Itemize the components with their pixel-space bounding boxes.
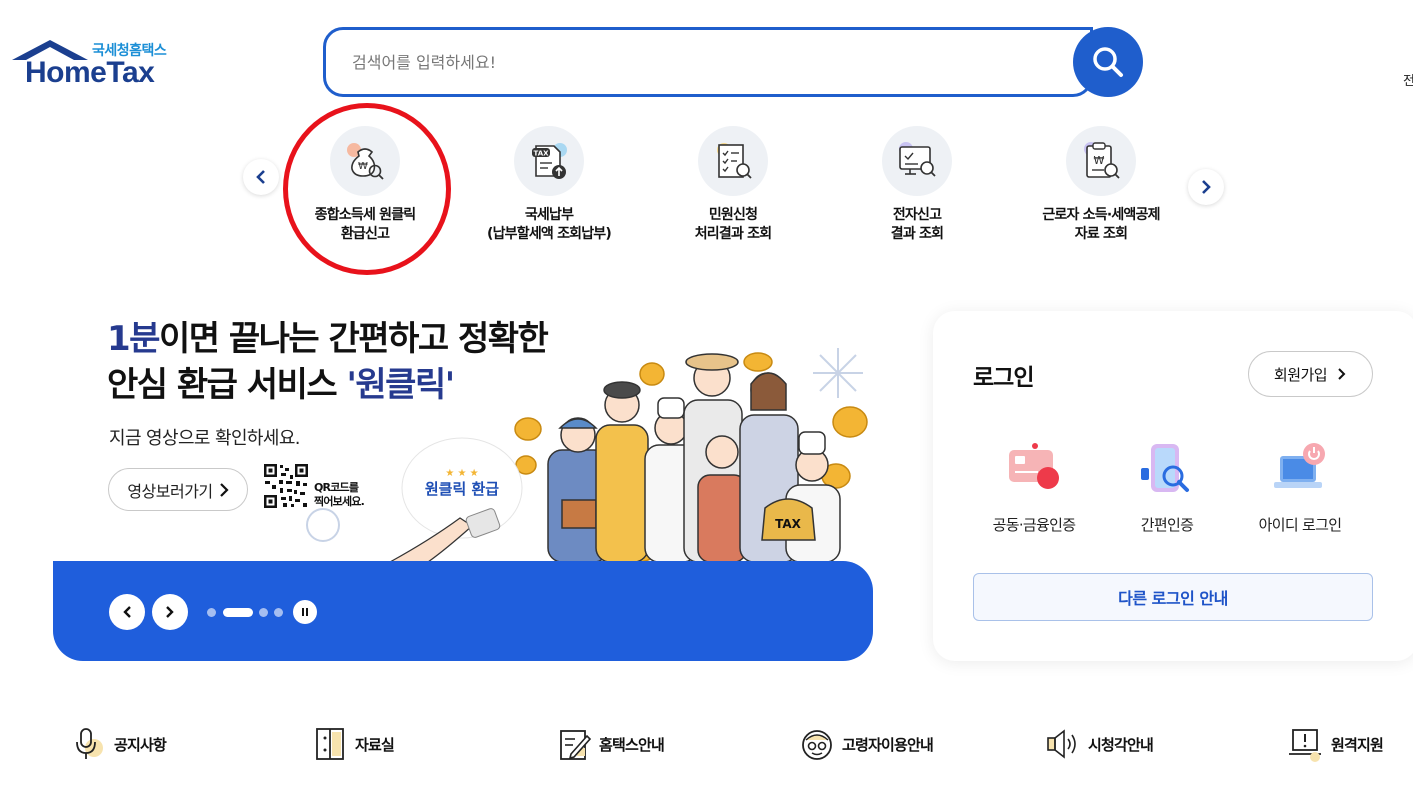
certificate-card-icon (1009, 443, 1059, 489)
bottom-link-audiovisual-guide[interactable]: 시청각안내 (1044, 726, 1154, 762)
quick-menu-label: 민원신청 처리결과 조회 (694, 207, 772, 242)
svg-text:₩: ₩ (358, 161, 368, 172)
chevron-right-icon (219, 482, 229, 497)
chevron-right-icon (1338, 368, 1346, 380)
chevron-left-icon (256, 170, 265, 184)
login-title: 로그인 (973, 365, 1034, 391)
quick-menu-label: 종합소득세 원클릭 환급신고 (314, 207, 417, 242)
bottom-link-senior-guide[interactable]: 고령자이용안내 (800, 726, 934, 762)
banner-slide-dot[interactable] (259, 608, 268, 617)
laptop-alert-icon (1289, 729, 1321, 762)
clipboard-won-search-icon: ₩ (1066, 126, 1136, 196)
tax-document-upload-icon: TAX (514, 126, 584, 196)
quick-menu-label: 국세납부 (납부할세액 조회납부) (487, 207, 612, 242)
quick-menu-item-efiling-result[interactable]: 전자신고 결과 조회 (825, 126, 1009, 244)
logo-title: HomeTax (25, 56, 155, 89)
senior-face-icon (802, 730, 832, 760)
hometax-main-page: 국세청홈택스 HomeTax 전 ₩ 종합소득세 원클릭 환급 (0, 0, 1413, 809)
search-icon (1093, 47, 1123, 77)
quick-menu-item-civil-result[interactable]: 민원신청 처리결과 조회 (641, 126, 825, 244)
quick-menu-next-button[interactable] (1188, 169, 1224, 205)
bottom-link-label: 홈택스안내 (599, 735, 665, 754)
money-bag-search-icon: ₩ (330, 126, 400, 196)
one-click-refund-bubble: 원클릭 환급 (425, 480, 499, 498)
chevron-right-icon (166, 606, 174, 618)
bottom-link-library[interactable]: 자료실 (313, 726, 395, 762)
banner-slide-dot[interactable] (207, 608, 216, 617)
phone-search-icon (1141, 444, 1189, 492)
quick-menu-item-worker-deduction[interactable]: ₩ 근로자 소득·세액공제 자료 조회 (1009, 126, 1193, 244)
bottom-link-label: 공지사항 (114, 735, 167, 754)
login-option-simple-auth[interactable]: 간편인증 (1102, 440, 1232, 535)
quick-menu-item-one-click-refund[interactable]: ₩ 종합소득세 원클릭 환급신고 (273, 126, 457, 244)
bottom-link-label: 시청각안내 (1088, 735, 1154, 754)
cabinet-icon (316, 728, 344, 760)
login-option-certificate[interactable]: 공동·금융인증 (969, 440, 1099, 535)
banner-slide-dot-active[interactable] (223, 608, 253, 617)
chevron-right-icon (1202, 180, 1211, 194)
laptop-power-icon (1274, 443, 1325, 488)
banner-prev-button[interactable] (109, 594, 145, 630)
svg-text:₩: ₩ (1094, 154, 1105, 167)
bottom-link-label: 원격지원 (1331, 735, 1384, 754)
search-input[interactable] (326, 30, 1026, 94)
microphone-icon (76, 728, 103, 759)
quick-menu-item-tax-payment[interactable]: TAX 국세납부 (납부할세액 조회납부) (457, 126, 641, 244)
banner-illustration-people: TAX 원클릭 환급 ★ ★ ★ (306, 348, 868, 562)
bottom-link-notice[interactable]: 공지사항 (72, 726, 167, 762)
quick-menu-label: 전자신고 결과 조회 (890, 207, 944, 242)
login-option-label: 공동·금융인증 (992, 516, 1076, 534)
bottom-link-hometax-guide[interactable]: 홈택스안내 (557, 726, 665, 762)
login-option-label: 간편인증 (1140, 516, 1194, 534)
login-option-label: 아이디 로그인 (1258, 516, 1342, 534)
pencil-note-icon (560, 730, 591, 760)
quick-menu-label: 근로자 소득·세액공제 자료 조회 (1042, 207, 1160, 242)
monitor-search-icon (882, 126, 952, 196)
watch-video-label: 영상보러가기 (127, 481, 213, 501)
svg-text:★ ★ ★: ★ ★ ★ (445, 468, 478, 479)
bottom-link-label: 고령자이용안내 (842, 735, 934, 754)
banner-pause-button[interactable] (293, 600, 317, 624)
pause-icon (302, 608, 308, 616)
watch-video-button[interactable]: 영상보러가기 (108, 468, 248, 511)
banner-subtitle: 지금 영상으로 확인하세요. (109, 428, 301, 449)
checklist-search-icon (698, 126, 768, 196)
sign-up-label: 회원가입 (1273, 365, 1328, 384)
speaker-icon (1047, 729, 1076, 759)
svg-text:TAX: TAX (533, 150, 549, 158)
clipped-menu-text[interactable]: 전 (1403, 70, 1413, 89)
banner-slide-dot[interactable] (274, 608, 283, 617)
bottom-link-label: 자료실 (355, 735, 395, 754)
login-option-id-login[interactable]: 아이디 로그인 (1235, 440, 1365, 535)
search-button[interactable] (1073, 27, 1143, 97)
other-login-guide-button[interactable]: 다른 로그인 안내 (973, 573, 1373, 621)
chevron-left-icon (123, 606, 131, 618)
sign-up-button[interactable]: 회원가입 (1248, 351, 1373, 397)
headline-accent: 1분 (107, 319, 160, 359)
bottom-link-remote-support[interactable]: 원격지원 (1287, 726, 1384, 762)
search-box (323, 27, 1093, 97)
tax-bag-text: TAX (775, 517, 802, 531)
hometax-logo[interactable]: 국세청홈택스 HomeTax (12, 36, 182, 92)
banner-next-button[interactable] (152, 594, 188, 630)
